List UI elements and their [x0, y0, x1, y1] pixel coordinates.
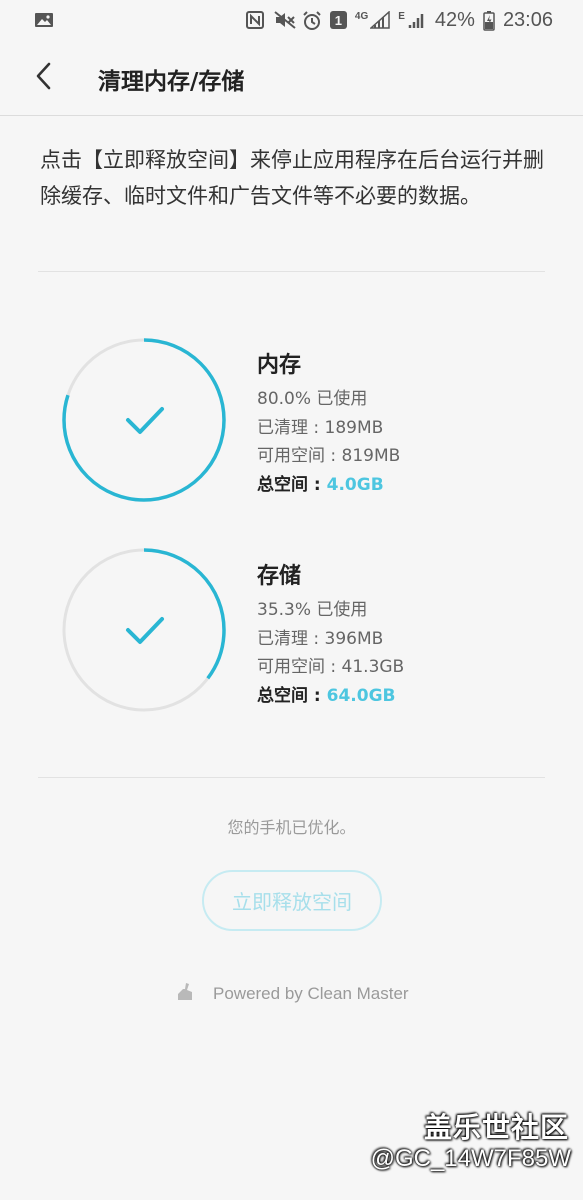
powered-by: Powered by Clean Master — [175, 982, 409, 1006]
mute-icon — [274, 11, 296, 29]
storage-info: 存储 35.3% 已使用 已清理 : 396MB 可用空间 : 41.3GB 总… — [257, 562, 557, 710]
battery-percent: 42% — [434, 8, 475, 31]
storage-cleaned: 已清理 : 396MB — [257, 628, 384, 649]
page-title: 清理内存/存储 — [98, 69, 245, 95]
storage-available: 可用空间 : 41.3GB — [257, 657, 405, 677]
memory-progress-ring — [62, 338, 226, 502]
memory-cleaned: 已清理 : 189MB — [257, 417, 384, 438]
battery-icon — [483, 11, 495, 31]
memory-total: 总空间 : 4.0GB — [257, 471, 557, 500]
memory-total-label: 总空间 : — [257, 474, 327, 495]
description-text: 点击【立即释放空间】来停止应用程序在后台运行并删除缓存、临时文件和广告文件等不必… — [40, 148, 544, 208]
clean-master-broom-icon — [175, 982, 195, 1006]
powered-by-text: Powered by Clean Master — [213, 984, 409, 1003]
status-time: 23:06 — [502, 8, 553, 31]
status-bar: 1 4G E 42% 23:06 — [0, 0, 583, 40]
chevron-left-icon — [34, 62, 54, 94]
checkmark-icon — [126, 617, 164, 644]
memory-available: 可用空间 : 819MB — [257, 446, 401, 466]
app-bar: 清理内存/存储 — [0, 40, 583, 116]
storage-total-value: 64.0GB — [326, 685, 396, 706]
memory-used: 80.0% 已使用 — [257, 389, 368, 409]
divider — [38, 271, 545, 272]
storage-progress-ring — [62, 548, 226, 712]
watermark-title: 盖乐世社区 — [423, 1111, 569, 1144]
storage-used: 35.3% 已使用 — [257, 600, 368, 620]
optimized-status: 您的手机已优化。 — [227, 818, 356, 837]
storage-total-label: 总空间 : — [257, 685, 327, 706]
memory-total-value: 4.0GB — [326, 474, 384, 495]
image-icon — [34, 11, 54, 29]
checkmark-icon — [126, 407, 164, 434]
memory-title: 内存 — [257, 353, 302, 378]
watermark-user: @GC_14W7F85W — [370, 1145, 571, 1172]
divider — [38, 777, 545, 778]
signal-icon: 4G — [355, 11, 390, 29]
notification-badge: 1 — [329, 11, 347, 29]
nfc-icon — [245, 11, 266, 29]
memory-info: 内存 80.0% 已使用 已清理 : 189MB 可用空间 : 819MB 总空… — [257, 351, 557, 499]
storage-total: 总空间 : 64.0GB — [257, 682, 557, 711]
back-button[interactable] — [26, 60, 62, 96]
storage-title: 存储 — [257, 564, 302, 589]
signal-icon: E — [398, 11, 427, 29]
alarm-icon — [302, 11, 322, 30]
free-up-space-button[interactable]: 立即释放空间 — [202, 870, 382, 931]
